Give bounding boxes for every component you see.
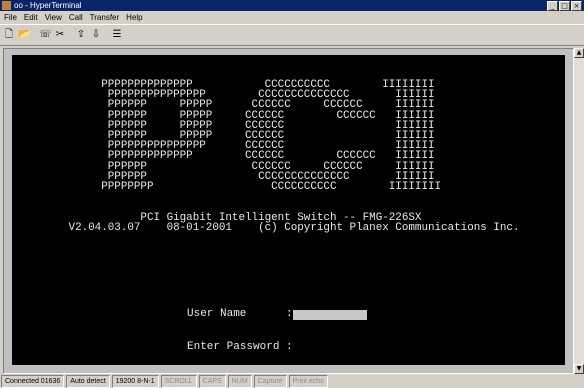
window-controls: _ □ × — [547, 1, 582, 11]
menu-file[interactable]: File — [4, 12, 17, 23]
receive-icon[interactable]: ⇩ — [90, 29, 102, 41]
banner-line: V2.04.03.07 08-01-2001 (c) Copyright Pla… — [62, 221, 520, 234]
status-print-echo: Print echo — [288, 375, 329, 388]
call-icon[interactable]: ☏ — [39, 29, 52, 41]
status-connection: Connected 01636 — [1, 375, 65, 388]
banner-line: PPPPPPPP CCCCCCCCCC IIIIIIII — [62, 181, 442, 194]
send-icon[interactable]: ⇪ — [75, 29, 87, 41]
window-title: oo - HyperTerminal — [14, 1, 82, 10]
disconnect-icon[interactable]: ✂ — [54, 29, 66, 41]
terminal-window: PPPPPPPPPPPPPP CCCCCCCCCC IIIIIIII PPPPP… — [3, 48, 574, 374]
properties-icon[interactable]: ☰ — [111, 29, 123, 41]
status-emulation: Auto detect — [66, 375, 110, 388]
status-scroll: SCROLL — [160, 375, 197, 388]
open-icon[interactable]: 📂 — [18, 29, 30, 41]
login-prompt: User Name : Enter Password : — [187, 287, 367, 375]
username-row: User Name : — [187, 309, 367, 320]
menu-view[interactable]: View — [45, 12, 62, 23]
status-num: NUM — [227, 375, 252, 388]
password-label: Enter Password : — [187, 341, 293, 353]
scroll-down-icon[interactable]: ▼ — [574, 364, 584, 374]
vertical-scrollbar[interactable]: ▲ ▼ — [574, 48, 584, 374]
menu-bar: File Edit View Call Transfer Help — [0, 12, 143, 23]
password-row: Enter Password : — [187, 342, 367, 353]
menu-help[interactable]: Help — [126, 12, 142, 23]
terminal-banner: PPPPPPPPPPPPPP CCCCCCCCCC IIIIIIII PPPPP… — [62, 80, 520, 234]
title-bar: oo - HyperTerminal _ □ × — [0, 0, 584, 11]
minimize-button[interactable]: _ — [547, 1, 558, 11]
close-button[interactable]: × — [571, 1, 582, 11]
status-bar: Connected 01636 Auto detect 19200 8-N-1 … — [0, 375, 584, 388]
username-label: User Name : — [187, 308, 293, 320]
menu-call[interactable]: Call — [69, 12, 83, 23]
status-capture: Capture — [253, 375, 287, 388]
status-port-settings: 19200 8-N-1 — [111, 375, 159, 388]
toolbar: 🗋 📂 ☏ ✂ ⇪ ⇩ ☰ — [0, 24, 584, 46]
maximize-button[interactable]: □ — [559, 1, 570, 11]
terminal-screen[interactable]: PPPPPPPPPPPPPP CCCCCCCCCC IIIIIIII PPPPP… — [12, 55, 565, 365]
new-icon[interactable]: 🗋 — [3, 29, 15, 41]
menu-edit[interactable]: Edit — [24, 12, 38, 23]
username-input[interactable] — [293, 309, 367, 320]
scroll-up-icon[interactable]: ▲ — [574, 48, 584, 58]
hyperterminal-app-icon[interactable] — [2, 1, 11, 10]
menu-transfer[interactable]: Transfer — [90, 12, 120, 23]
status-caps: CAPS — [198, 375, 226, 388]
